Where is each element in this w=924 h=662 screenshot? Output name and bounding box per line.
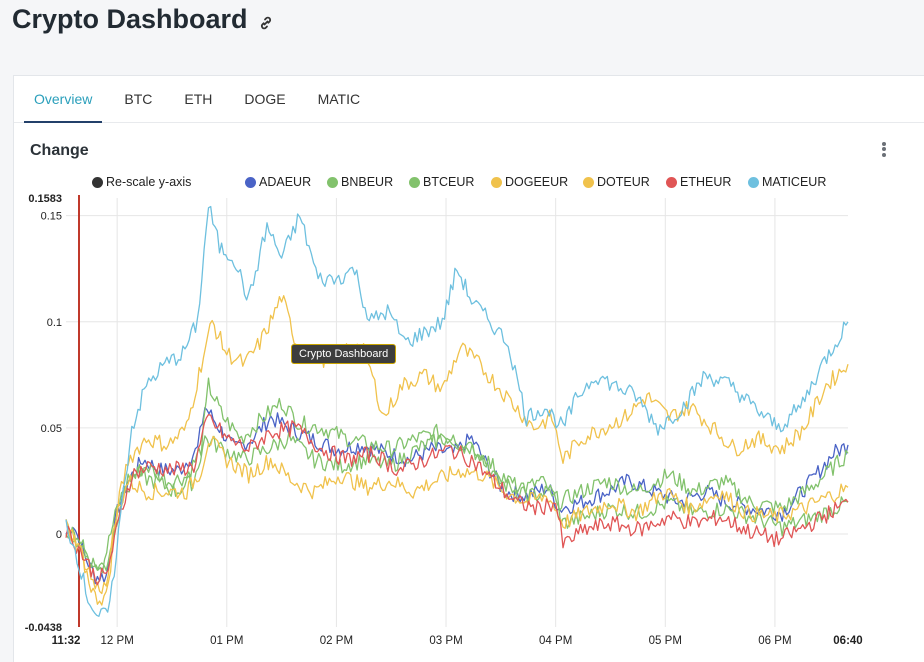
x-tick-label: 06:40 <box>833 635 862 647</box>
x-tick-label: 03 PM <box>429 635 462 647</box>
y-tick-label: 0.1 <box>47 317 62 329</box>
dashboard-card: Overview BTC ETH DOGE MATIC Change Re-sc… <box>13 75 924 662</box>
link-icon[interactable] <box>258 15 274 31</box>
series-line-bnbeur <box>65 377 849 574</box>
x-tick-label: 06 PM <box>758 635 791 647</box>
x-tick-label: 11:32 <box>52 635 81 647</box>
y-tick-label: -0.0438 <box>25 622 62 634</box>
page-title: Crypto Dashboard <box>12 4 274 35</box>
y-tick-label: 0.1583 <box>28 193 62 205</box>
change-chart[interactable]: 0.1583 0.15 0.1 0.05 0 -0.043811:32 12 PM 01 PM… <box>14 76 924 662</box>
series-line-etheur <box>65 413 849 586</box>
series-line-maticeur <box>65 205 849 617</box>
x-tick-label: 05 PM <box>649 635 682 647</box>
y-tick-label: 0 <box>56 529 62 541</box>
x-tick-label: 01 PM <box>210 635 243 647</box>
y-tick-label: 0.05 <box>41 423 62 435</box>
x-tick-label: 02 PM <box>320 635 353 647</box>
series-line-dogeeur <box>65 435 849 606</box>
x-tick-label: 12 PM <box>101 635 134 647</box>
page-title-text: Crypto Dashboard <box>12 4 248 34</box>
y-tick-label: 0.15 <box>41 211 62 223</box>
series-line-btceur <box>65 431 849 572</box>
x-tick-label: 04 PM <box>539 635 572 647</box>
chart-tooltip: Crypto Dashboard <box>291 344 397 364</box>
